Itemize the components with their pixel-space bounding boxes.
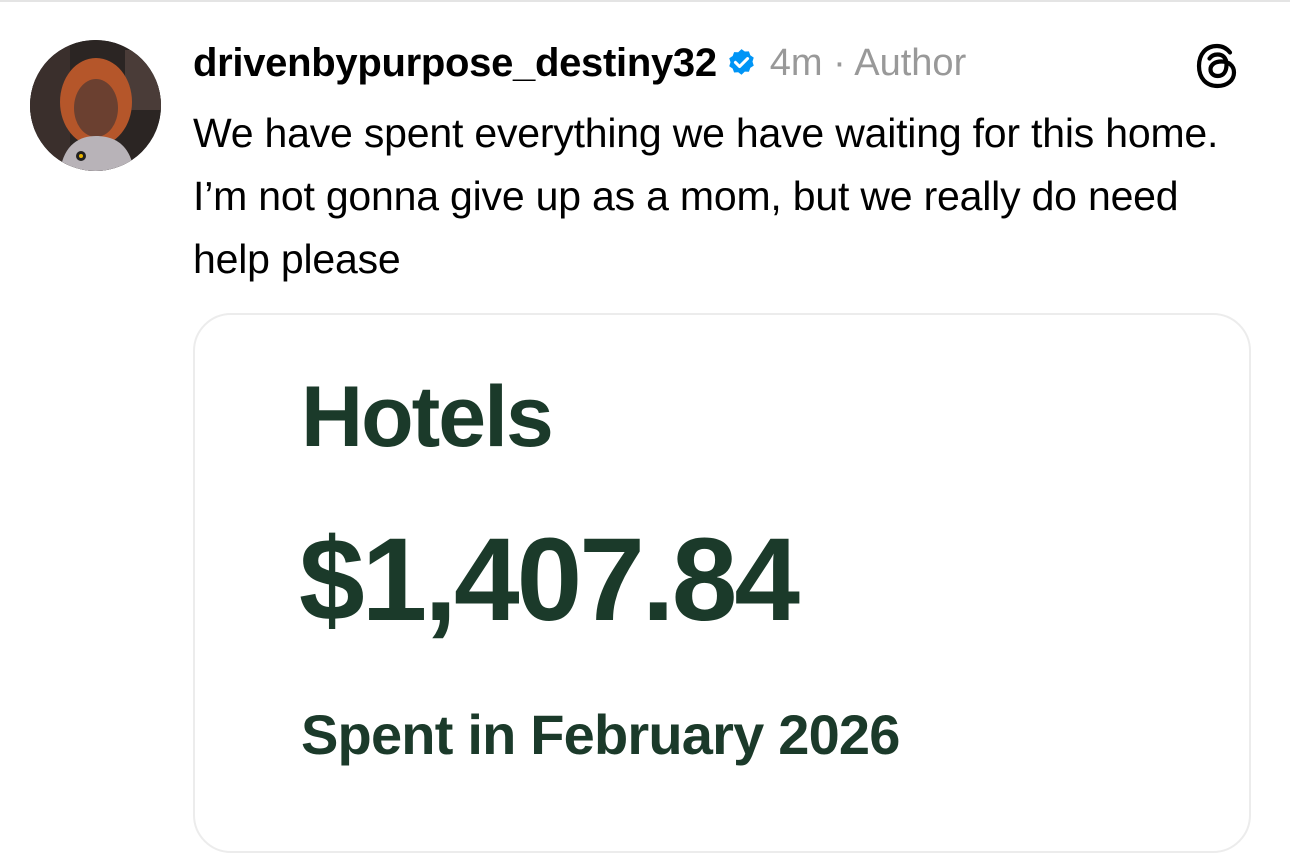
top-divider	[0, 0, 1290, 2]
post-meta: 4m · Author	[769, 41, 967, 84]
verified-badge-icon	[725, 47, 758, 80]
threads-logo-icon[interactable]	[1192, 40, 1244, 92]
card-caption: Spent in February 2026	[301, 703, 900, 766]
post-header: drivenbypurpose_destiny32 4m · Author	[193, 38, 966, 88]
card-amount: $1,407.84	[299, 514, 800, 646]
post-text: We have spent everything we have waiting…	[193, 110, 1219, 282]
username[interactable]: drivenbypurpose_destiny32	[193, 41, 717, 86]
avatar[interactable]	[30, 40, 161, 171]
avatar-image	[30, 40, 161, 171]
attached-image-card[interactable]: Hotels $1,407.84 Spent in February 2026	[193, 313, 1251, 853]
card-title: Hotels	[301, 369, 554, 465]
